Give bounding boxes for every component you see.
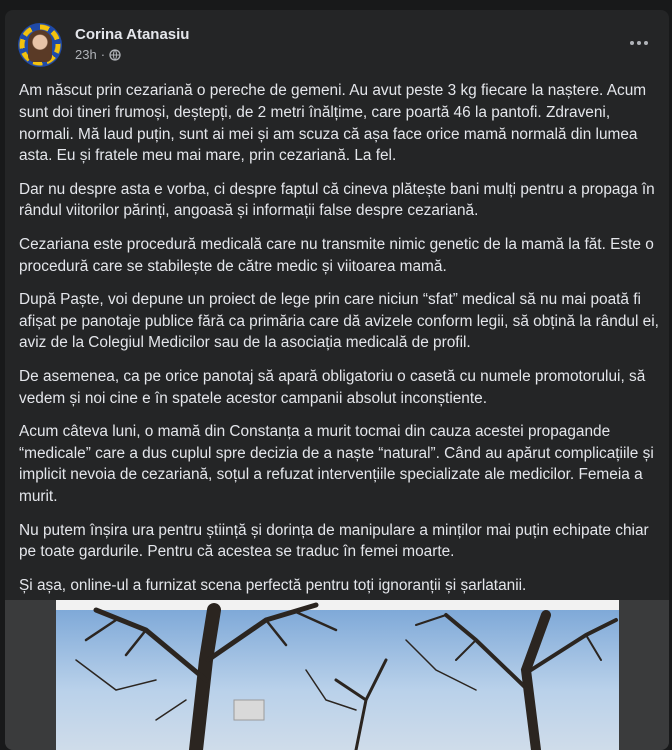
post-meta: 23h ·	[75, 47, 121, 62]
post-paragraph: Am născut prin cezariană o pereche de ge…	[19, 82, 647, 165]
globe-icon	[109, 48, 121, 61]
post-paragraph: De asemenea, ca pe orice panotaj să apar…	[19, 367, 646, 407]
post-header: Corina Atanasiu 23h ·	[18, 23, 653, 73]
author-photo	[28, 30, 52, 62]
post-card: Corina Atanasiu 23h · Am născut prin cez…	[5, 10, 669, 750]
meta-separator: ·	[100, 47, 106, 62]
post-paragraph: După Paște, voi depune un proiect de leg…	[19, 290, 659, 352]
more-options-icon[interactable]	[625, 33, 653, 53]
post-paragraph: Și așa, online-ul a furnizat scena perfe…	[19, 576, 527, 594]
post-paragraph: Cezariana este procedură medicală care n…	[19, 235, 654, 275]
post-paragraph: Acum câteva luni, o mamă din Constanța a…	[19, 422, 654, 506]
author-name[interactable]: Corina Atanasiu	[75, 26, 189, 43]
post-photo[interactable]	[5, 600, 669, 750]
tree-branches-illustration	[75, 602, 618, 750]
post-text: Am născut prin cezariană o pereche de ge…	[19, 80, 659, 608]
post-paragraph: Nu putem înșira ura pentru știință și do…	[19, 521, 649, 561]
tree-sky-image	[56, 600, 619, 750]
post-time[interactable]: 23h	[75, 47, 97, 62]
author-avatar[interactable]	[18, 23, 62, 67]
post-paragraph: Dar nu despre asta e vorba, ci despre fa…	[19, 180, 655, 220]
